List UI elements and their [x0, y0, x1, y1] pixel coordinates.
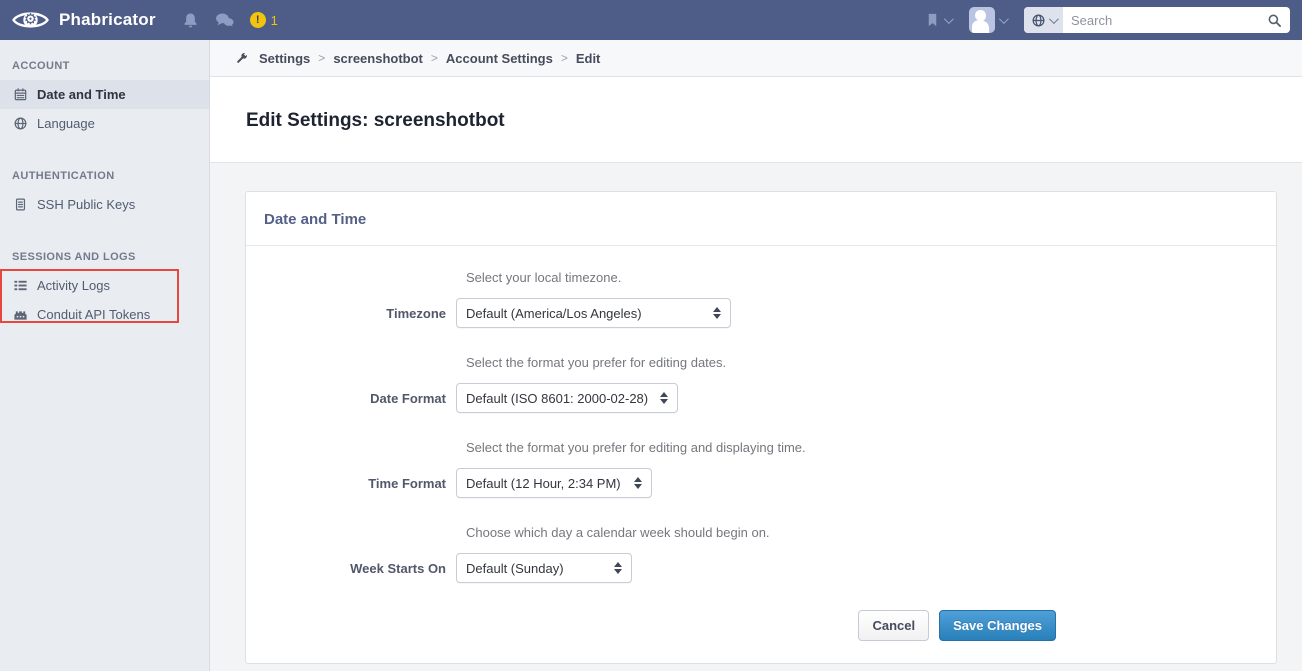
alert-count: 1	[271, 13, 278, 28]
timezone-label: Timezone	[246, 306, 446, 321]
page-title: Edit Settings: screenshotbot	[246, 110, 1266, 132]
bell-icon[interactable]	[182, 12, 199, 29]
breadcrumb-settings[interactable]: Settings	[259, 51, 310, 66]
breadcrumb-edit: Edit	[576, 51, 601, 66]
week-starts-on-select[interactable]: Default (Sunday)	[456, 553, 632, 583]
time-format-help-text: Select the format you prefer for editing…	[466, 440, 1276, 455]
sidebar-section-sessions-and-logs: SESSIONS AND LOGS Activity Logs	[0, 245, 209, 329]
search-input[interactable]	[1063, 13, 1259, 28]
chevron-down-icon	[1049, 14, 1059, 24]
section-header-sessions-and-logs: SESSIONS AND LOGS	[0, 245, 209, 271]
breadcrumb-separator: >	[318, 51, 325, 65]
section-header-account: ACCOUNT	[0, 54, 209, 80]
time-format-selected-value: Default (12 Hour, 2:34 PM)	[466, 476, 621, 491]
settings-sidebar: ACCOUNT Date and Time	[0, 40, 210, 671]
breadcrumb-separator: >	[561, 51, 568, 65]
time-format-field-row: Time Format Default (12 Hour, 2:34 PM)	[246, 468, 1276, 498]
avatar	[969, 7, 995, 33]
document-icon	[12, 197, 28, 212]
list-icon	[12, 278, 28, 293]
updown-arrows-icon	[614, 562, 622, 574]
week-starts-on-field-row: Week Starts On Default (Sunday)	[246, 553, 1276, 583]
date-format-select[interactable]: Default (ISO 8601: 2000-02-28)	[456, 383, 678, 413]
timezone-help-text: Select your local timezone.	[466, 270, 1276, 285]
breadcrumb: Settings > screenshotbot > Account Setti…	[210, 40, 1302, 77]
week-starts-on-help-text: Choose which day a calendar week should …	[466, 525, 1276, 540]
date-format-label: Date Format	[246, 391, 446, 406]
fort-icon	[12, 307, 28, 322]
chevron-down-icon	[944, 14, 954, 24]
search-icon[interactable]	[1259, 13, 1290, 28]
phabricator-app: ⚙ Phabricator ! 1	[0, 0, 1302, 671]
updown-arrows-icon	[660, 392, 668, 404]
breadcrumb-account-settings[interactable]: Account Settings	[446, 51, 553, 66]
timezone-selected-value: Default (America/Los Angeles)	[466, 306, 642, 321]
globe-icon	[12, 116, 28, 131]
sidebar-item-conduit-api-tokens[interactable]: Conduit API Tokens	[0, 300, 209, 329]
updown-arrows-icon	[713, 307, 721, 319]
section-header-authentication: AUTHENTICATION	[0, 164, 209, 190]
global-search	[1024, 7, 1290, 33]
timezone-field-row: Timezone Default (America/Los Angeles)	[246, 298, 1276, 328]
chat-icon[interactable]	[215, 12, 234, 29]
alert-indicator[interactable]: ! 1	[250, 12, 278, 28]
globe-icon	[1031, 13, 1046, 28]
chevron-down-icon	[999, 14, 1009, 24]
updown-arrows-icon	[634, 477, 642, 489]
main-content: Settings > screenshotbot > Account Setti…	[210, 40, 1302, 671]
timezone-select[interactable]: Default (America/Los Angeles)	[456, 298, 731, 328]
sidebar-item-language[interactable]: Language	[0, 109, 209, 138]
breadcrumb-separator: >	[431, 51, 438, 65]
content-area: Date and Time Select your local timezone…	[210, 163, 1302, 671]
bookmark-menu[interactable]	[925, 12, 955, 28]
sidebar-item-label: SSH Public Keys	[37, 197, 135, 212]
sidebar-section-authentication: AUTHENTICATION SSH Public Keys	[0, 164, 209, 219]
calendar-icon	[12, 87, 28, 102]
sidebar-item-label: Activity Logs	[37, 278, 110, 293]
sidebar-item-label: Date and Time	[37, 87, 126, 102]
breadcrumb-screenshotbot[interactable]: screenshotbot	[333, 51, 423, 66]
page-header: Edit Settings: screenshotbot	[210, 77, 1302, 163]
date-format-help-text: Select the format you prefer for editing…	[466, 355, 1276, 370]
time-format-label: Time Format	[246, 476, 446, 491]
sidebar-item-activity-logs[interactable]: Activity Logs	[0, 271, 209, 300]
top-navbar: ⚙ Phabricator ! 1	[0, 0, 1302, 40]
alert-exclamation-icon: !	[250, 12, 266, 28]
sidebar-section-account: ACCOUNT Date and Time	[0, 54, 209, 138]
date-format-selected-value: Default (ISO 8601: 2000-02-28)	[466, 391, 648, 406]
search-scope-dropdown[interactable]	[1024, 7, 1063, 33]
sidebar-item-label: Conduit API Tokens	[37, 307, 150, 322]
date-format-field-row: Date Format Default (ISO 8601: 2000-02-2…	[246, 383, 1276, 413]
phabricator-logo-icon[interactable]: ⚙	[12, 8, 49, 32]
time-format-select[interactable]: Default (12 Hour, 2:34 PM)	[456, 468, 652, 498]
panel-title: Date and Time	[246, 192, 1276, 246]
sidebar-item-label: Language	[37, 116, 95, 131]
sidebar-item-date-and-time[interactable]: Date and Time	[0, 80, 209, 109]
save-changes-button[interactable]: Save Changes	[939, 610, 1056, 641]
week-starts-on-label: Week Starts On	[246, 561, 446, 576]
form-actions: Cancel Save Changes	[246, 610, 1276, 641]
week-starts-on-selected-value: Default (Sunday)	[466, 561, 564, 576]
sidebar-item-ssh-public-keys[interactable]: SSH Public Keys	[0, 190, 209, 219]
user-menu[interactable]	[969, 7, 1010, 33]
cancel-button[interactable]: Cancel	[858, 610, 929, 641]
settings-form: Select your local timezone. Timezone Def…	[246, 246, 1276, 641]
brand-title[interactable]: Phabricator	[59, 10, 156, 30]
bookmark-icon	[925, 12, 940, 28]
date-and-time-panel: Date and Time Select your local timezone…	[245, 191, 1277, 664]
wrench-icon	[234, 51, 249, 66]
gear-icon: ⚙	[24, 12, 37, 27]
